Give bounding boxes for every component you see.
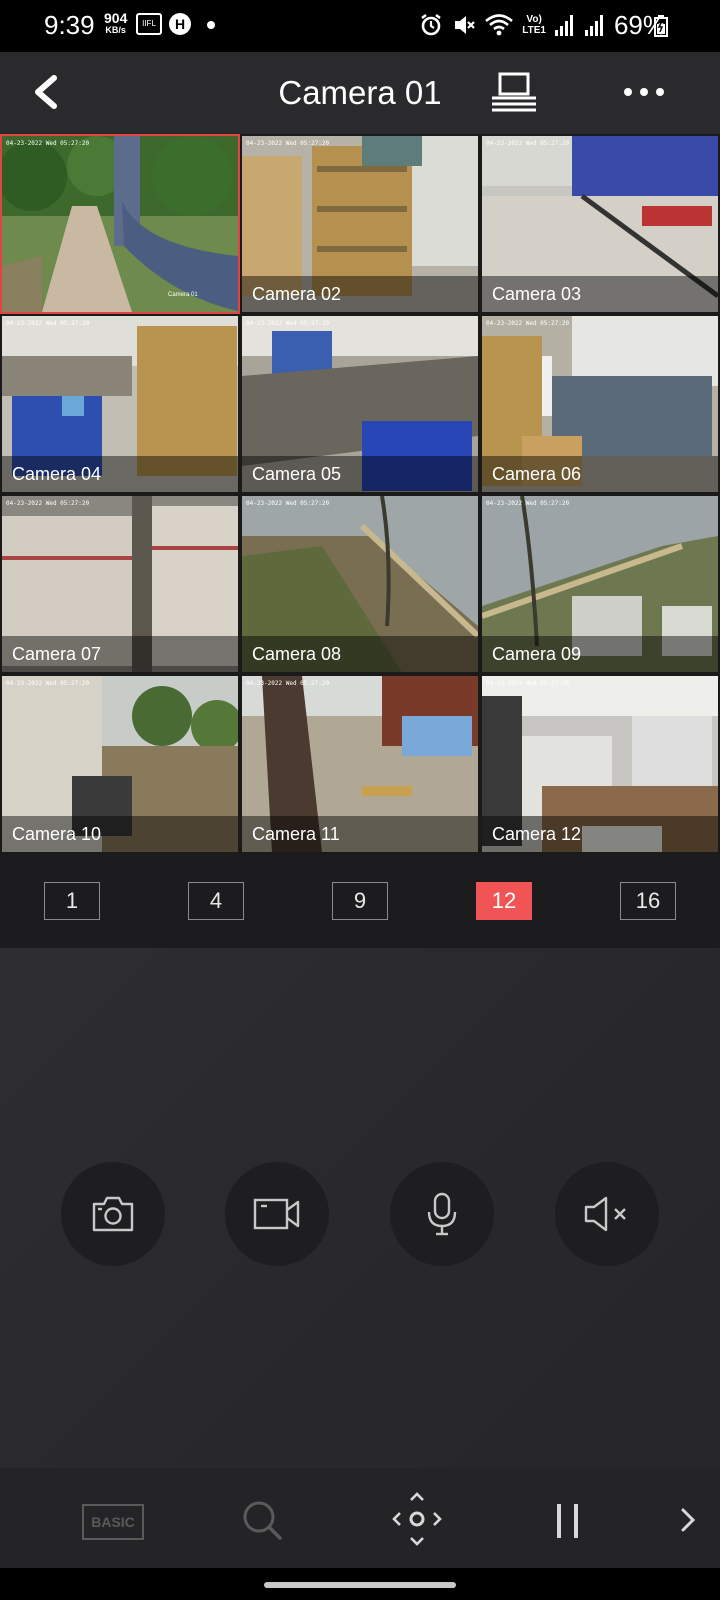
camera-label: Camera 03 [492,284,582,304]
layout-option-16[interactable]: 16 [620,882,676,920]
network-label: LTE1 [522,25,546,36]
system-nav-bar [0,1568,720,1600]
camera-grid: 04-23-2022 Wed 05:27:20 Camera 01 04-23-… [0,134,720,854]
layout-selector: 1 4 9 12 16 [0,854,720,948]
hotstar-app-icon: H [169,13,191,35]
alarm-icon [418,12,444,38]
ptz-control-button[interactable] [392,1492,442,1546]
signal-icon-2 [584,13,606,37]
layout-option-9[interactable]: 9 [332,882,388,920]
camera-label: Camera 10 [12,824,102,844]
iifl-app-icon: IIFL [136,13,162,35]
audio-toggle-button[interactable] [555,1162,659,1266]
status-icons: Vo) LTE1 69% [418,10,666,40]
layout-option-1[interactable]: 1 [44,882,100,920]
network-speed: 904 KB/s [104,11,127,36]
camera-label: Camera 09 [492,644,582,664]
camera-tile-05[interactable]: 04-23-2022 Wed 05:27:20 Camera 05 [240,314,480,494]
pause-button[interactable] [552,1500,584,1540]
back-button[interactable] [24,70,68,114]
pause-icon [557,1504,578,1538]
home-gesture-handle[interactable] [264,1582,456,1588]
search-button[interactable] [240,1500,284,1540]
more-options-button[interactable] [616,72,672,112]
camera-timestamp: 04-23-2022 Wed 05:27:20 [486,320,570,327]
next-button[interactable] [676,1500,700,1540]
camera-timestamp: 04-23-2022 Wed 05:27:20 [6,500,90,507]
more-icon [624,88,664,96]
talk-button[interactable] [390,1162,494,1266]
camera-label: Camera 05 [252,464,342,484]
back-icon [35,75,57,109]
camera-tile-09[interactable]: 04-23-2022 Wed 05:27:20 Camera 09 [480,494,720,674]
camera-timestamp: 04-23-2022 Wed 05:27:20 [246,140,330,147]
camera-watermark: Camera 01 [168,292,198,298]
camera-label: Camera 08 [252,644,342,664]
basic-button[interactable]: BASIC [82,1504,144,1540]
layout-option-4[interactable]: 4 [188,882,244,920]
search-icon [243,1501,282,1540]
camera-label: Camera 02 [252,284,342,304]
camera-timestamp: 04-23-2022 Wed 05:27:20 [246,320,330,327]
camera-tile-08[interactable]: 04-23-2022 Wed 05:27:20 Camera 08 [240,494,480,674]
camera-label: Camera 04 [12,464,102,484]
control-panel [0,948,720,1468]
camera-timestamp: 04-23-2022 Wed 05:27:20 [246,500,330,507]
status-bar: 9:39 904 KB/s IIFL H Vo) LTE1 69% [0,0,720,52]
wifi-icon [484,12,514,38]
network-speed-unit: KB/s [105,25,126,35]
camera-tile-03[interactable]: 04-23-2022 Wed 05:27:20 Camera 03 [480,134,720,314]
camera-label: Camera 06 [492,464,582,484]
snapshot-button[interactable] [61,1162,165,1266]
camera-snapshot-icon [92,1196,134,1232]
microphone-icon [427,1192,457,1236]
view-mode-icon [492,72,536,112]
battery-icon [654,15,668,42]
camera-tile-10[interactable]: 04-23-2022 Wed 05:27:20 Camera 10 [0,674,240,854]
next-icon [681,1508,696,1532]
page-title: Camera 01 [278,74,442,111]
mute-icon [452,12,476,38]
speaker-muted-icon [584,1196,626,1232]
signal-icon [554,13,576,37]
camera-timestamp: 04-23-2022 Wed 05:27:20 [6,140,90,147]
bottom-toolbar: BASIC [0,1468,720,1568]
camera-timestamp: 04-23-2022 Wed 05:27:20 [486,140,570,147]
layout-option-12[interactable]: 12 [476,882,532,920]
camera-tile-01[interactable]: 04-23-2022 Wed 05:27:20 Camera 01 [0,134,240,314]
camera-tile-11[interactable]: 04-23-2022 Wed 05:27:20 Camera 11 [240,674,480,854]
camera-tile-06[interactable]: 04-23-2022 Wed 05:27:20 Camera 06 [480,314,720,494]
camera-label: Camera 07 [12,644,102,664]
camera-timestamp: 04-23-2022 Wed 05:27:20 [6,680,90,687]
view-mode-button[interactable] [488,70,540,116]
status-time: 9:39 [44,10,95,40]
app-header: Camera 01 [0,52,720,134]
record-video-icon [253,1198,300,1230]
camera-timestamp: 04-23-2022 Wed 05:27:20 [246,680,330,687]
camera-label: Camera 11 [252,824,340,844]
notification-dot-icon [207,21,215,29]
ptz-icon [392,1492,442,1546]
volte-icon: Vo) LTE1 [522,14,546,36]
camera-tile-07[interactable]: 04-23-2022 Wed 05:27:20 Camera 07 [0,494,240,674]
camera-timestamp: 04-23-2022 Wed 05:27:20 [6,320,90,327]
camera-tile-02[interactable]: 04-23-2022 Wed 05:27:20 Camera 02 [240,134,480,314]
camera-timestamp: 04-23-2022 Wed 05:27:20 [486,500,570,507]
camera-timestamp: 04-23-2022 Wed 05:27:20 [486,680,570,687]
camera-feed-image [2,136,238,312]
camera-label: Camera 12 [492,824,582,844]
record-button[interactable] [225,1162,329,1266]
camera-tile-12[interactable]: 04-23-2022 Wed 05:27:20 Camera 12 [480,674,720,854]
camera-tile-04[interactable]: 04-23-2022 Wed 05:27:20 Camera 04 [0,314,240,494]
